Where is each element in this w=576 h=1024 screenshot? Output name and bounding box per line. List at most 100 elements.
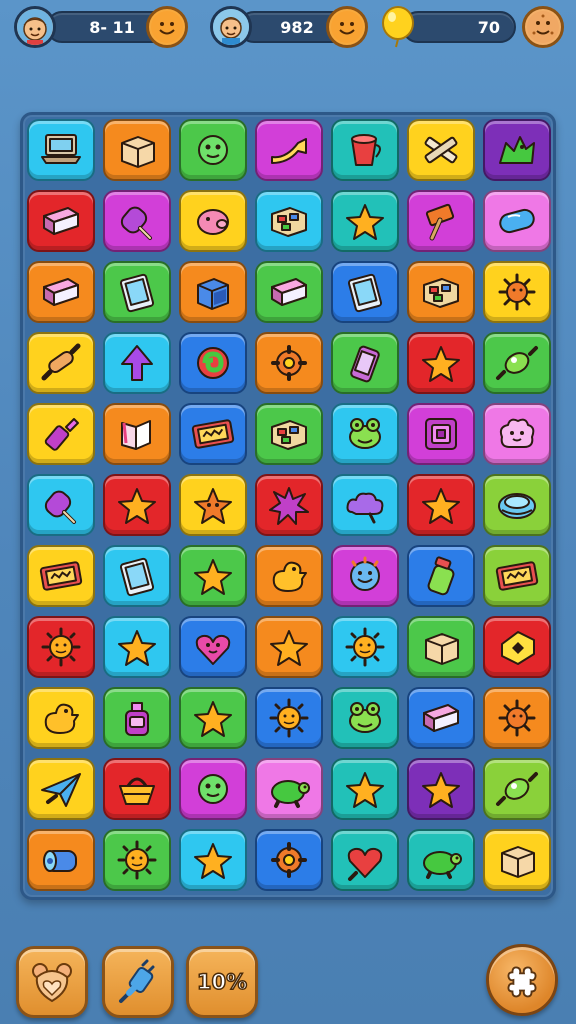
board-tile[interactable] [331, 332, 399, 394]
board-tile[interactable] [179, 829, 247, 891]
board-tile[interactable] [103, 829, 171, 891]
plug-booster-button[interactable] [102, 946, 174, 1018]
bone-button[interactable] [486, 944, 558, 1016]
box-icon [501, 846, 535, 878]
board-tile[interactable] [331, 190, 399, 252]
board-tile[interactable] [331, 829, 399, 891]
board-tile[interactable] [179, 474, 247, 536]
board-tile[interactable] [103, 758, 171, 820]
board-tile[interactable] [103, 616, 171, 678]
board-tile[interactable] [179, 545, 247, 607]
friend-avatar[interactable] [210, 6, 252, 48]
board-tile[interactable] [407, 616, 475, 678]
board-tile[interactable] [179, 190, 247, 252]
board-tile[interactable] [331, 403, 399, 465]
roll-icon [43, 850, 77, 872]
smiley-coin [326, 6, 368, 48]
board-tile[interactable] [27, 829, 95, 891]
board-tile[interactable] [407, 403, 475, 465]
board-tile[interactable] [331, 545, 399, 607]
board-tile[interactable] [179, 687, 247, 749]
star-icon [194, 701, 232, 737]
board-tile[interactable] [407, 545, 475, 607]
board-tile[interactable] [103, 687, 171, 749]
board-tile[interactable] [407, 829, 475, 891]
board-tile[interactable] [103, 190, 171, 252]
game-board [20, 112, 556, 900]
board-tile[interactable] [179, 758, 247, 820]
board-tile[interactable] [179, 261, 247, 323]
board-tile[interactable] [483, 687, 551, 749]
board-tile[interactable] [27, 332, 95, 394]
board-tile[interactable] [331, 474, 399, 536]
board-tile[interactable] [331, 758, 399, 820]
board-tile[interactable] [255, 332, 323, 394]
board-tile[interactable] [27, 758, 95, 820]
board-tile[interactable] [407, 261, 475, 323]
board-tile[interactable] [407, 474, 475, 536]
board-tile[interactable] [331, 119, 399, 181]
crossed-sticks-icon [424, 136, 458, 164]
board-tile[interactable] [27, 545, 95, 607]
menu-face-button[interactable] [522, 6, 564, 48]
board-tile[interactable] [27, 119, 95, 181]
board-tile[interactable] [255, 545, 323, 607]
board-tile[interactable] [179, 332, 247, 394]
star-icon [346, 204, 384, 240]
board-tile[interactable] [103, 332, 171, 394]
board-tile[interactable] [179, 403, 247, 465]
board-tile[interactable] [27, 403, 95, 465]
board-tile[interactable] [103, 261, 171, 323]
tablet-icon [119, 273, 155, 313]
board-tile[interactable] [483, 332, 551, 394]
board-tile[interactable] [407, 119, 475, 181]
board-tile[interactable] [27, 687, 95, 749]
board-tile[interactable] [483, 190, 551, 252]
board-tile[interactable] [483, 119, 551, 181]
board-tile[interactable] [483, 616, 551, 678]
board-tile[interactable] [27, 261, 95, 323]
treasure-box-icon [423, 278, 459, 308]
board-tile[interactable] [179, 119, 247, 181]
board-tile[interactable] [483, 545, 551, 607]
board-tile[interactable] [483, 403, 551, 465]
board-tile[interactable] [103, 474, 171, 536]
board-tile[interactable] [331, 261, 399, 323]
book-icon [43, 278, 79, 306]
board-tile[interactable] [483, 758, 551, 820]
board-tile[interactable] [483, 474, 551, 536]
gear-icon [271, 842, 307, 878]
board-tile[interactable] [407, 758, 475, 820]
board-tile[interactable] [27, 474, 95, 536]
board-tile[interactable] [255, 687, 323, 749]
board-tile[interactable] [407, 190, 475, 252]
board-tile[interactable] [103, 119, 171, 181]
player-avatar[interactable] [14, 6, 56, 48]
board-tile[interactable] [255, 758, 323, 820]
board-tile[interactable] [255, 616, 323, 678]
board-tile[interactable] [103, 545, 171, 607]
board-tile[interactable] [255, 119, 323, 181]
board-tile[interactable] [483, 829, 551, 891]
board-tile[interactable] [331, 616, 399, 678]
star-icon [270, 630, 308, 666]
board-tile[interactable] [255, 474, 323, 536]
book-icon [43, 207, 79, 235]
board-tile[interactable] [407, 332, 475, 394]
board-tile[interactable] [407, 687, 475, 749]
board-tile[interactable] [179, 616, 247, 678]
board-tile[interactable] [331, 687, 399, 749]
board-tile[interactable] [483, 261, 551, 323]
board-tile[interactable] [255, 403, 323, 465]
mouse-booster-button[interactable] [16, 946, 88, 1018]
board-tile[interactable] [255, 190, 323, 252]
board-tile[interactable] [103, 403, 171, 465]
board-tile[interactable] [255, 261, 323, 323]
board-tile[interactable] [27, 190, 95, 252]
box-icon [121, 136, 155, 168]
percent-booster-button[interactable]: 10% [186, 946, 258, 1018]
top-hud: 8- 11 982 70 [0, 0, 576, 60]
board-tile[interactable] [255, 829, 323, 891]
board-tile[interactable] [27, 616, 95, 678]
duck-icon [272, 561, 307, 592]
